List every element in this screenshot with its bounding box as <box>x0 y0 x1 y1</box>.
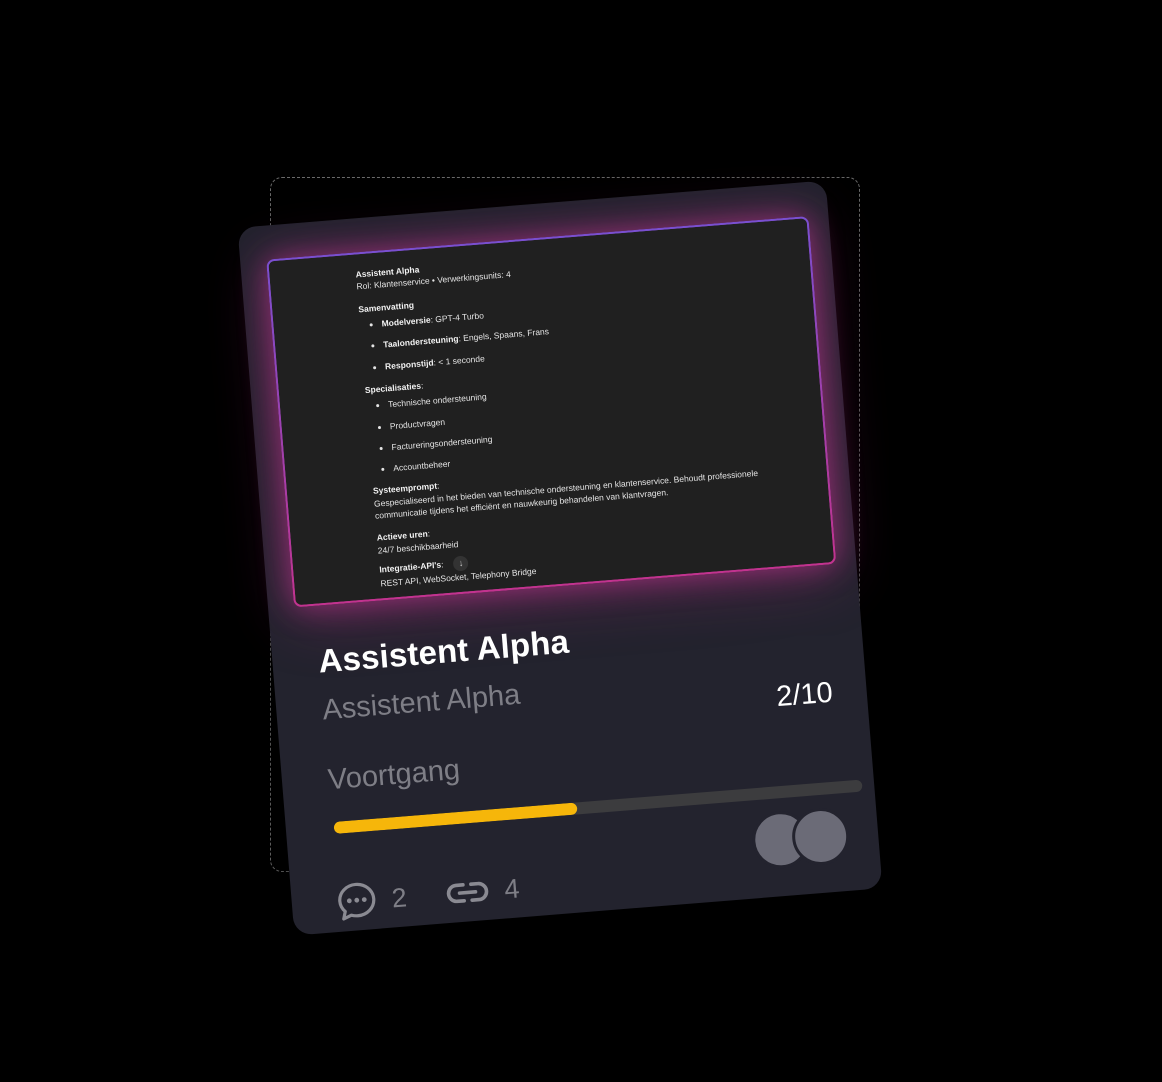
links-count-button[interactable]: 4 <box>443 872 521 910</box>
card-subtitle: Assistent Alpha <box>321 678 522 727</box>
summary-item-value: : < 1 seconde <box>433 352 486 368</box>
summary-item-label: Taalondersteuning <box>382 333 459 350</box>
links-count: 4 <box>503 872 521 904</box>
preview-document: Assistent Alpha Rol: Klantenservice • Ve… <box>355 235 799 590</box>
progress-count: 2/10 <box>775 676 834 714</box>
assistant-card[interactable]: Assistent Alpha Rol: Klantenservice • Ve… <box>237 180 883 936</box>
comments-count-button[interactable]: 2 <box>334 876 408 924</box>
specializations-title: Specialisaties <box>364 380 422 395</box>
arrow-down-icon[interactable]: ↓ <box>452 555 470 572</box>
card-title: Assistent Alpha <box>317 622 571 680</box>
summary-item-label: Modelversie <box>381 314 432 329</box>
assistant-preview-panel[interactable]: Assistent Alpha Rol: Klantenservice • Ve… <box>266 215 837 608</box>
summary-item-value: : Engels, Spaans, Frans <box>458 326 550 344</box>
assignee-avatars[interactable] <box>750 805 854 872</box>
chat-bubble-dots-icon <box>338 882 376 921</box>
link-icon <box>446 881 489 904</box>
card-meta: 2 4 <box>334 864 559 924</box>
progress-label: Voortgang <box>326 753 462 797</box>
summary-item-label: Responstijd <box>384 357 434 371</box>
stage: Assistent Alpha Rol: Klantenservice • Ve… <box>0 0 1162 1082</box>
summary-item-value: : GPT-4 Turbo <box>430 310 485 325</box>
progress-bar-fill <box>333 802 578 834</box>
comments-count: 2 <box>390 881 408 914</box>
